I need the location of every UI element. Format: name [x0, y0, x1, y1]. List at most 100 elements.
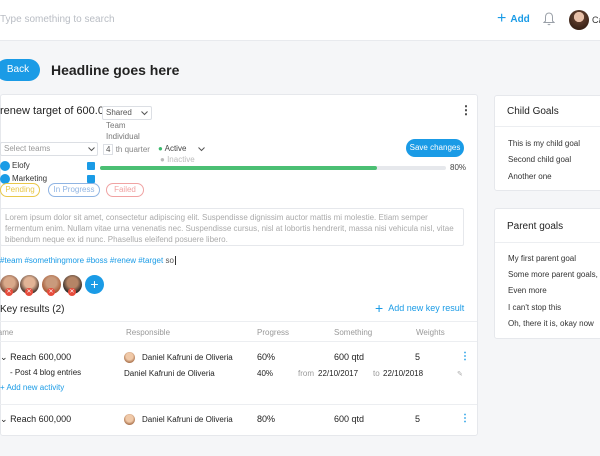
plus-icon: + [497, 10, 507, 27]
plus-icon: + [0, 383, 5, 392]
more-options-icon[interactable]: ⋮ [460, 104, 472, 116]
chip-failed[interactable]: Failed [106, 183, 144, 197]
progress-value: 40% [257, 369, 274, 378]
weight-value: 5 [415, 414, 421, 424]
remove-icon[interactable]: ✕ [5, 288, 13, 296]
visibility-select[interactable]: Shared [102, 106, 152, 120]
to-date[interactable]: 22/10/2018 [383, 369, 423, 378]
team-label: Marketing [12, 174, 48, 183]
add-assignee-button[interactable]: + [85, 275, 104, 294]
teams-select[interactable]: Select teams [0, 142, 98, 156]
tags-input[interactable]: #team #somethingmore #boss #renew #targe… [0, 256, 176, 265]
status-dot-icon: ● [158, 144, 163, 153]
parent-goal-item[interactable]: Oh, there it is, okay now [508, 319, 594, 328]
child-goal-item[interactable]: Another one [508, 172, 552, 181]
chevron-down-icon[interactable]: ⌄ [0, 352, 8, 362]
key-result-name: Reach 600,000 [10, 352, 72, 362]
add-key-result-button[interactable]: + Add new key result [375, 300, 465, 316]
column-header-something: Something [334, 328, 373, 337]
add-label: Add [510, 13, 530, 25]
chevron-down-icon[interactable]: ⌄ [0, 414, 8, 424]
goal-progress-label: 80% [450, 163, 467, 172]
add-activity-label: Add new activity [6, 383, 65, 392]
column-header-progress: Progress [257, 328, 290, 337]
responsible-name: Daniel Kafruni de Oliveria [142, 353, 233, 362]
column-header-name: Name [0, 328, 14, 337]
page-title: Headline goes here [51, 62, 180, 78]
user-name[interactable]: Ca [592, 15, 600, 25]
chevron-down-icon [141, 111, 148, 116]
parent-goal-item[interactable]: I can't stop this [508, 303, 561, 312]
quarter-label: th quarter [115, 145, 150, 154]
search-input[interactable]: Type something to search [0, 14, 115, 25]
description-textarea[interactable]: Lorem ipsum dolor sit amet, consectetur … [0, 208, 464, 246]
status-dot-icon: ● [160, 155, 165, 164]
responsible-name: Daniel Kafruni de Oliveria [124, 369, 215, 378]
weight-value: 5 [415, 352, 421, 362]
parent-goal-item[interactable]: My first parent goal [508, 254, 576, 263]
assignee-avatar[interactable]: ✕ [63, 275, 82, 296]
divider [495, 126, 600, 127]
add-key-result-label: Add new key result [388, 303, 465, 313]
progress-value: 80% [257, 414, 276, 424]
avatar[interactable] [569, 10, 589, 30]
to-label: to [373, 369, 380, 378]
team-option-elofy[interactable]: Elofy [0, 160, 98, 172]
remove-icon[interactable]: ✕ [68, 288, 76, 296]
assignee-avatar[interactable]: ✕ [20, 275, 39, 296]
visibility-options: Team Individual [102, 120, 152, 142]
bell-icon[interactable] [543, 12, 555, 26]
chip-in-progress[interactable]: In Progress [48, 183, 100, 197]
table-row[interactable]: ⌄ Reach 600,000 [0, 352, 71, 363]
chip-pending[interactable]: Pending [0, 183, 40, 197]
checkbox-checked-icon[interactable] [87, 162, 95, 170]
more-options-icon[interactable]: ⋮ [460, 414, 470, 424]
remove-icon[interactable]: ✕ [25, 288, 33, 296]
add-button[interactable]: + Add [497, 10, 530, 27]
activity-name: - Post 4 blog entries [10, 368, 82, 377]
child-goal-item[interactable]: This is my child goal [508, 139, 580, 148]
tags-list: #team #somethingmore #boss #renew #targe… [0, 256, 164, 265]
assignee-avatar[interactable]: ✕ [0, 275, 19, 296]
status-option-label: Inactive [167, 155, 195, 164]
status-select[interactable]: ● Active [158, 142, 208, 156]
key-result-name: Reach 600,000 [10, 414, 72, 424]
quarter-number[interactable]: 4 [103, 144, 114, 155]
visibility-option-individual[interactable]: Individual [106, 131, 152, 142]
visibility-option-team[interactable]: Team [106, 120, 152, 131]
parent-goals-title: Parent goals [507, 221, 564, 232]
divider [495, 242, 600, 243]
from-label: from [298, 369, 314, 378]
goal-progress-fill [100, 166, 377, 170]
teams-select-placeholder: Select teams [4, 144, 51, 153]
child-goal-item[interactable]: Second child goal [508, 155, 571, 164]
child-goals-title: Child Goals [507, 106, 559, 117]
chevron-down-icon [88, 147, 95, 152]
from-date[interactable]: 22/10/2017 [318, 369, 358, 378]
assignee-avatar[interactable]: ✕ [42, 275, 61, 296]
something-value: 600 qtd [334, 414, 365, 424]
back-button[interactable]: Back [0, 59, 40, 81]
save-button[interactable]: Save changes [406, 139, 464, 157]
status-selected: Active [164, 144, 187, 153]
goal-title[interactable]: renew target of 600.00 [0, 105, 110, 117]
team-label: Elofy [12, 161, 30, 170]
parent-goal-item[interactable]: Even more [508, 286, 547, 295]
add-activity-button[interactable]: + Add new activity [0, 383, 64, 392]
edit-icon[interactable]: ✎ [457, 370, 463, 378]
quarter-field[interactable]: 4 th quarter [103, 144, 150, 155]
checkbox-checked-icon[interactable] [87, 175, 95, 183]
key-results-title: Key results (2) [0, 304, 65, 315]
status-option-inactive[interactable]: ● Inactive [160, 155, 195, 164]
remove-icon[interactable]: ✕ [47, 288, 55, 296]
avatar [124, 352, 135, 363]
chevron-down-icon [198, 147, 205, 152]
progress-value: 60% [257, 352, 276, 362]
parent-goal-item[interactable]: Some more parent goals, I [508, 270, 600, 279]
more-options-icon[interactable]: ⋮ [460, 352, 470, 362]
visibility-selected: Shared [106, 108, 132, 117]
tag-typing-text: so [165, 256, 176, 265]
table-row[interactable]: ⌄ Reach 600,000 [0, 414, 71, 425]
team-icon [0, 161, 10, 171]
plus-icon: + [375, 300, 384, 316]
